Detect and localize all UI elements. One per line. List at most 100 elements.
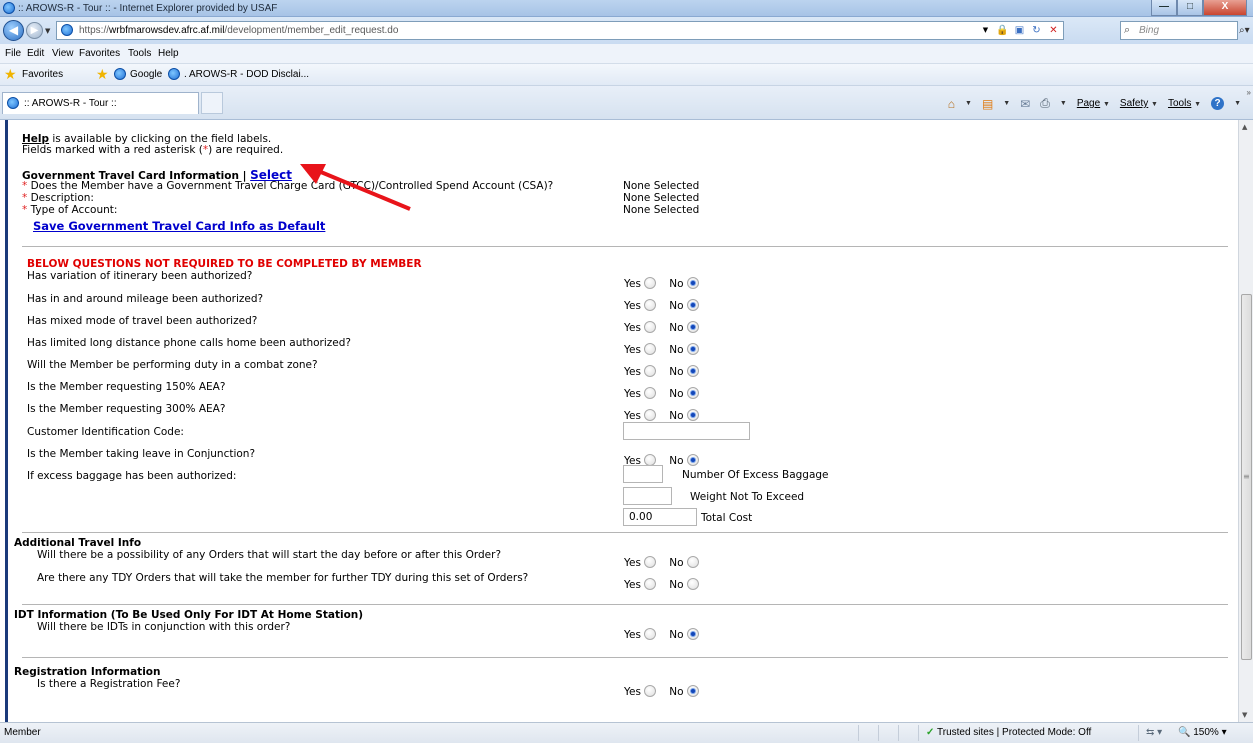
no-radio[interactable] <box>686 685 699 697</box>
no-label: No <box>669 455 684 467</box>
question-label[interactable]: Will there be a possibility of any Order… <box>37 549 501 561</box>
question-label[interactable]: Has mixed mode of travel been authorized… <box>27 315 257 327</box>
weight-limit-input[interactable] <box>623 487 672 505</box>
menu-view[interactable]: View <box>52 48 74 59</box>
no-radio[interactable] <box>686 409 699 421</box>
print-dropdown-icon[interactable]: ▼ <box>1060 100 1067 107</box>
no-radio[interactable] <box>686 454 699 466</box>
question-label[interactable]: Has in and around mileage been authorize… <box>27 293 263 305</box>
yes-radio[interactable] <box>644 365 657 377</box>
section-divider <box>22 246 1228 247</box>
page-icon <box>61 24 73 36</box>
no-radio[interactable] <box>686 556 699 568</box>
customer-id-label[interactable]: Customer Identification Code: <box>27 426 184 438</box>
menu-help[interactable]: Help <box>158 48 179 59</box>
search-options-icon[interactable]: ⌕▾ <box>1239 25 1250 36</box>
security-zone[interactable]: ✓ Trusted sites | Protected Mode: Off <box>926 727 1091 738</box>
menu-edit[interactable]: Edit <box>27 48 44 59</box>
add-to-favorites-icon[interactable]: ★ <box>96 66 109 83</box>
yes-radio[interactable] <box>644 387 657 399</box>
address-field[interactable]: https://wrbfmarowsdev.afrc.af.mil/develo… <box>56 21 1064 40</box>
question-label[interactable]: Is the Member requesting 150% AEA? <box>27 381 225 393</box>
no-label: No <box>669 686 684 698</box>
back-button[interactable]: ◀ <box>3 20 24 41</box>
help-icon[interactable]: ? <box>1211 97 1225 110</box>
lock-icon[interactable]: 🔒 <box>995 23 1010 38</box>
no-radio[interactable] <box>686 299 699 311</box>
more-commands-chevron-icon[interactable]: » <box>1247 88 1251 97</box>
question-label[interactable]: Is there a Registration Fee? <box>37 678 180 690</box>
question-label[interactable]: Has limited long distance phone calls ho… <box>27 337 351 349</box>
menu-tools[interactable]: Tools <box>128 48 151 59</box>
yes-label: Yes <box>624 557 641 569</box>
tab-arows[interactable]: :: AROWS-R - Tour :: <box>2 92 199 114</box>
new-tab-button[interactable] <box>201 92 223 114</box>
excess-baggage-count-input[interactable] <box>623 465 663 483</box>
page-menu[interactable]: Page ▼ <box>1077 98 1110 109</box>
no-radio[interactable] <box>686 628 699 640</box>
gtc-field-label[interactable]: * Does the Member have a Government Trav… <box>22 180 553 192</box>
url-text[interactable]: https://wrbfmarowsdev.afrc.af.mil/develo… <box>79 25 398 36</box>
zoom-control[interactable]: 🔍 150% ▾ <box>1178 727 1227 738</box>
favorites-star-icon[interactable]: ★ <box>4 66 17 83</box>
favorite-arows[interactable]: . AROWS-R - DOD Disclai... <box>184 69 309 80</box>
scroll-down-icon[interactable]: ▼ <box>1242 711 1247 719</box>
question-label[interactable]: Will there be IDTs in conjunction with t… <box>37 621 290 633</box>
feeds-icon[interactable]: ▤ <box>982 97 993 111</box>
scroll-up-icon[interactable]: ▲ <box>1242 123 1247 131</box>
status-divider <box>858 725 859 741</box>
vertical-scrollbar[interactable]: ▲ ≡ ▼ <box>1238 120 1253 722</box>
help-dropdown-icon[interactable]: ▼ <box>1234 100 1241 107</box>
stop-icon[interactable]: ✕ <box>1046 23 1061 38</box>
yes-radio[interactable] <box>644 628 657 640</box>
no-radio[interactable] <box>686 578 699 590</box>
maximize-button[interactable]: □ <box>1177 0 1203 16</box>
feeds-dropdown-icon[interactable]: ▼ <box>1003 100 1010 107</box>
home-icon[interactable]: ⌂ <box>948 97 955 111</box>
tools-menu[interactable]: Tools ▼ <box>1168 98 1201 109</box>
address-dropdown-icon[interactable]: ▼ <box>978 23 993 38</box>
total-cost-input[interactable]: 0.00 <box>623 508 697 526</box>
yes-radio[interactable] <box>644 343 657 355</box>
favorite-google[interactable]: Google <box>130 69 162 80</box>
safety-menu[interactable]: Safety ▼ <box>1120 98 1158 109</box>
search-field[interactable]: ⌕ Bing <box>1120 21 1238 40</box>
yes-radio[interactable] <box>644 321 657 333</box>
favorites-button[interactable]: Favorites <box>22 69 63 80</box>
menu-file[interactable]: File <box>5 48 21 59</box>
print-icon[interactable]: ⎙ <box>1040 96 1050 111</box>
yes-radio[interactable] <box>644 685 657 697</box>
no-radio[interactable] <box>686 365 699 377</box>
menu-favorites[interactable]: Favorites <box>79 48 120 59</box>
compatibility-view-icon[interactable]: ▣ <box>1012 23 1027 38</box>
forward-button[interactable]: ▶ <box>26 22 43 39</box>
no-radio[interactable] <box>686 343 699 355</box>
yes-radio[interactable] <box>644 299 657 311</box>
close-button[interactable]: X <box>1203 0 1247 16</box>
question-label[interactable]: Are there any TDY Orders that will take … <box>37 572 528 584</box>
customer-id-input[interactable] <box>623 422 750 440</box>
home-dropdown-icon[interactable]: ▼ <box>965 100 972 107</box>
yes-radio[interactable] <box>644 277 657 289</box>
question-label[interactable]: Will the Member be performing duty in a … <box>27 359 318 371</box>
question-label[interactable]: Is the Member requesting 300% AEA? <box>27 403 225 415</box>
gtc-field-label[interactable]: * Description: <box>22 192 94 204</box>
no-radio[interactable] <box>686 277 699 289</box>
mail-icon[interactable]: ✉ <box>1020 97 1030 111</box>
yes-radio[interactable] <box>644 578 657 590</box>
recent-pages-dropdown[interactable]: ▼ <box>45 27 50 35</box>
yes-radio[interactable] <box>644 556 657 568</box>
minimize-button[interactable]: — <box>1151 0 1177 16</box>
leave-question-label[interactable]: Is the Member taking leave in Conjunctio… <box>27 448 255 460</box>
baggage-label[interactable]: If excess baggage has been authorized: <box>27 470 236 482</box>
search-placeholder: Bing <box>1139 25 1160 36</box>
gtc-field-label[interactable]: * Type of Account: <box>22 204 117 216</box>
no-radio[interactable] <box>686 321 699 333</box>
refresh-icon[interactable]: ↻ <box>1029 23 1044 38</box>
add-ons-icon[interactable]: ⇆ ▾ <box>1146 727 1162 738</box>
no-radio[interactable] <box>686 387 699 399</box>
no-label: No <box>669 388 684 400</box>
yes-radio[interactable] <box>644 409 657 421</box>
question-label[interactable]: Has variation of itinerary been authoriz… <box>27 270 252 282</box>
save-gtc-default-link[interactable]: Save Government Travel Card Info as Defa… <box>33 219 325 233</box>
